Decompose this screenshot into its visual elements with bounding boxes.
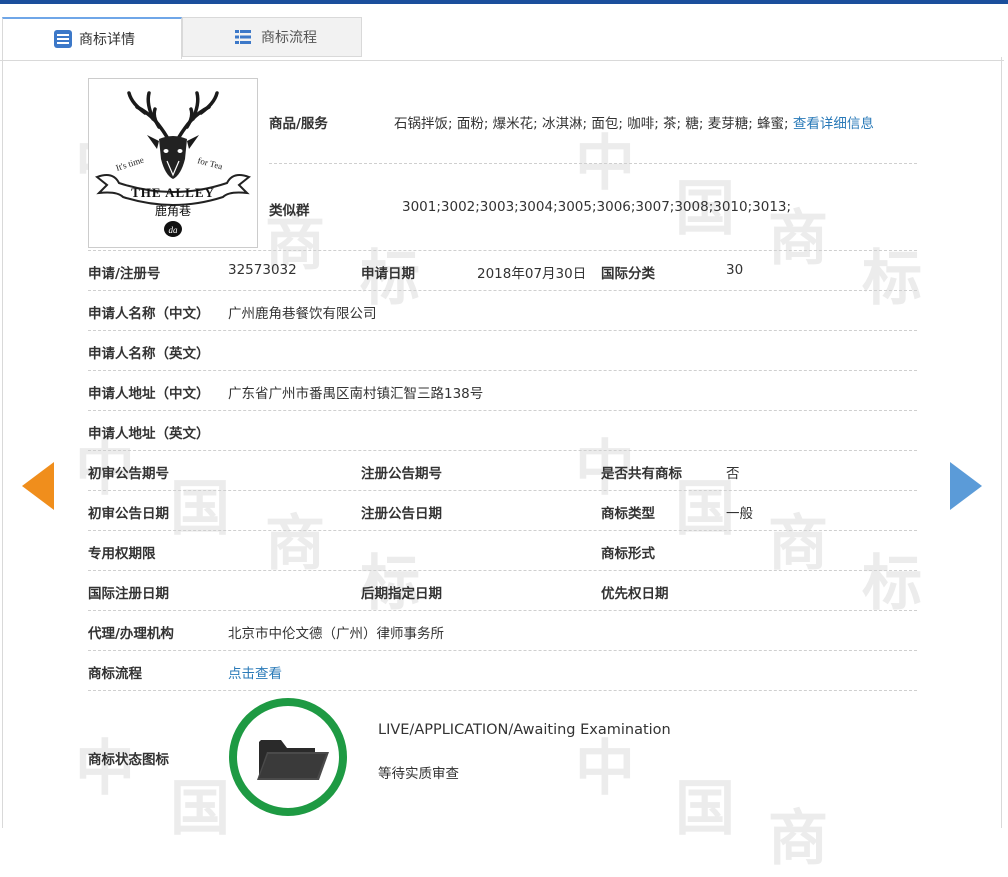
row-divider <box>88 330 917 331</box>
logo-brand-text: THE ALLEY <box>131 185 215 200</box>
tab-label: 商标详情 <box>79 32 135 48</box>
reg-pub-date-label: 注册公告日期 <box>361 506 442 522</box>
reg-no-value: 32573032 <box>228 262 297 278</box>
row-divider <box>88 690 917 691</box>
status-icon-label: 商标状态图标 <box>88 752 169 768</box>
next-arrow-icon[interactable] <box>950 462 982 510</box>
prev-arrow-icon[interactable] <box>22 462 54 510</box>
row-divider <box>88 610 917 611</box>
applicant-cn-value: 广州鹿角巷餐饮有限公司 <box>228 306 377 322</box>
app-date-value: 2018年07月30日 <box>477 266 587 282</box>
row-divider <box>88 530 917 531</box>
tab-label: 商标流程 <box>261 30 317 46</box>
intl-reg-date-label: 国际注册日期 <box>88 586 169 602</box>
goods-services-label: 商品/服务 <box>269 116 328 132</box>
similar-group-label: 类似群 <box>269 203 310 219</box>
view-details-link[interactable]: 查看详细信息 <box>793 116 874 132</box>
tab-trademark-process[interactable]: 商标流程 <box>182 17 362 57</box>
logo-tagline-right: for Tea <box>196 155 223 171</box>
applicant-en-label: 申请人名称（英文） <box>88 346 210 362</box>
priority-date-label: 优先权日期 <box>601 586 669 602</box>
applicant-cn-label: 申请人名称（中文） <box>88 306 210 322</box>
goods-services-text: 石锅拌饭; 面粉; 爆米花; 冰淇淋; 面包; 咖啡; 茶; 糖; 麦芽糖; 蜂… <box>394 116 789 132</box>
process-label: 商标流程 <box>88 666 142 682</box>
row-divider <box>88 450 917 451</box>
intl-class-label: 国际分类 <box>601 266 655 282</box>
reg-no-label: 申请/注册号 <box>88 266 161 282</box>
row-divider <box>88 290 917 291</box>
document-list-icon <box>53 29 73 53</box>
row-divider <box>88 410 917 411</box>
status-ring <box>229 698 347 816</box>
shared-mark-value: 否 <box>726 466 740 482</box>
agent-label: 代理/办理机构 <box>88 626 174 642</box>
agent-value: 北京市中伦文德（广州）律师事务所 <box>228 626 444 642</box>
row-divider <box>88 490 917 491</box>
status-cn: 等待实质审查 <box>378 766 459 782</box>
status-en: LIVE/APPLICATION/Awaiting Examination <box>378 722 671 738</box>
similar-group-value: 3001;3002;3003;3004;3005;3006;3007;3008;… <box>402 199 792 215</box>
reg-pub-no-label: 注册公告期号 <box>361 466 442 482</box>
row-divider <box>269 163 917 164</box>
intl-class-value: 30 <box>726 262 744 278</box>
trademark-image: It's time for Tea THE ALLEY 鹿角巷 da <box>88 78 258 248</box>
tab-bar: 商标详情 商标流程 <box>0 4 1008 61</box>
address-cn-label: 申请人地址（中文） <box>88 386 210 402</box>
app-date-label: 申请日期 <box>361 266 415 282</box>
row-divider <box>88 370 917 371</box>
exclusive-period-label: 专用权期限 <box>88 546 156 562</box>
the-alley-logo: It's time for Tea THE ALLEY 鹿角巷 da <box>95 91 251 237</box>
list-icon <box>234 28 252 50</box>
row-divider <box>88 650 917 651</box>
mark-type-label: 商标类型 <box>601 506 655 522</box>
address-en-label: 申请人地址（英文） <box>88 426 210 442</box>
tab-trademark-details[interactable]: 商标详情 <box>2 17 182 59</box>
logo-tagline-left: It's time <box>115 154 146 172</box>
row-divider <box>88 570 917 571</box>
later-designation-date-label: 后期指定日期 <box>361 586 442 602</box>
logo-cn-text: 鹿角巷 <box>155 203 191 218</box>
mark-form-label: 商标形式 <box>601 546 655 562</box>
address-cn-value: 广东省广州市番禺区南村镇汇智三路138号 <box>228 386 484 402</box>
logo-mark-text: da <box>169 225 179 235</box>
shared-mark-label: 是否共有商标 <box>601 466 682 482</box>
prelim-pub-no-label: 初审公告期号 <box>88 466 169 482</box>
row-divider <box>88 250 917 251</box>
folder-icon <box>257 740 329 780</box>
goods-services-value: 石锅拌饭; 面粉; 爆米花; 冰淇淋; 面包; 咖啡; 茶; 糖; 麦芽糖; 蜂… <box>394 112 874 132</box>
view-process-link[interactable]: 点击查看 <box>228 662 282 682</box>
prelim-pub-date-label: 初审公告日期 <box>88 506 169 522</box>
mark-type-value: 一般 <box>726 506 753 522</box>
